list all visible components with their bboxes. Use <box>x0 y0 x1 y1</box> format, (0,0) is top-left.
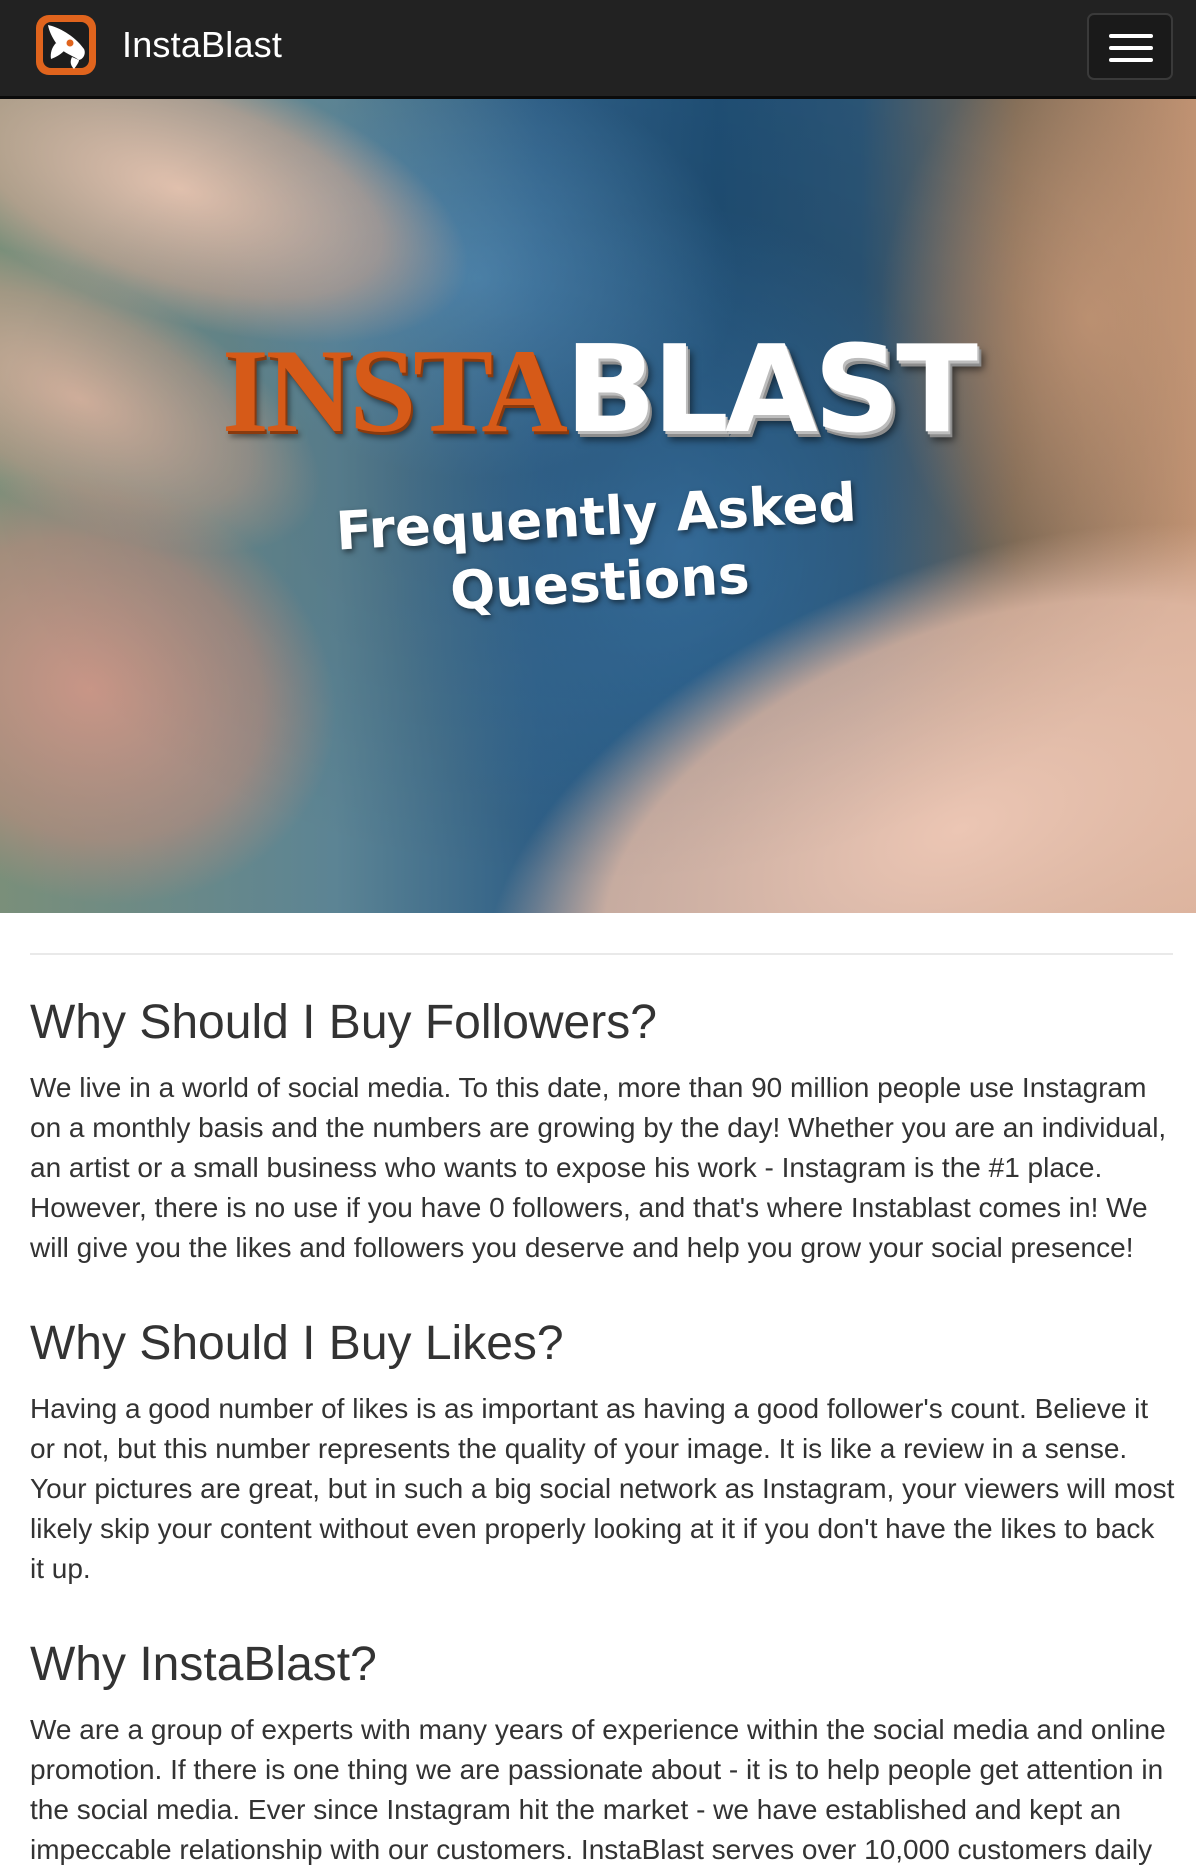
faq-heading: Why Should I Buy Likes? <box>30 1317 564 1370</box>
hamburger-menu-icon <box>1109 46 1153 50</box>
navbar: InstaBlast <box>0 0 1196 99</box>
hero-logo-title: INSTABLAST <box>0 325 1196 456</box>
brand-link[interactable]: InstaBlast <box>34 12 282 78</box>
hero-title-insta: INSTA <box>222 324 568 457</box>
hamburger-menu-icon <box>1109 34 1153 38</box>
menu-toggle-button[interactable] <box>1087 13 1173 80</box>
divider <box>30 953 1173 955</box>
rocket-icon <box>36 15 96 75</box>
hamburger-menu-icon <box>1109 58 1153 62</box>
faq-answer: We live in a world of social media. To t… <box>30 1072 1167 1263</box>
faq-answer: We are a group of experts with many year… <box>30 1714 1166 1865</box>
hero-title-blast: BLAST <box>564 321 978 460</box>
faq-item-why-instablast: Why InstaBlast? We are a group of expert… <box>30 1630 1175 1870</box>
hero-banner: INSTABLAST Frequently Asked Questions <box>0 99 1196 913</box>
faq-item-buy-likes: Why Should I Buy Likes? Having a good nu… <box>30 1309 1175 1589</box>
faq-section: Why Should I Buy Followers? We live in a… <box>30 988 1175 1870</box>
faq-item-buy-followers: Why Should I Buy Followers? We live in a… <box>30 988 1175 1268</box>
faq-heading: Why InstaBlast? <box>30 1638 377 1691</box>
brand-name: InstaBlast <box>122 24 283 65</box>
faq-heading: Why Should I Buy Followers? <box>30 996 657 1049</box>
faq-answer: Having a good number of likes is as impo… <box>30 1393 1175 1584</box>
